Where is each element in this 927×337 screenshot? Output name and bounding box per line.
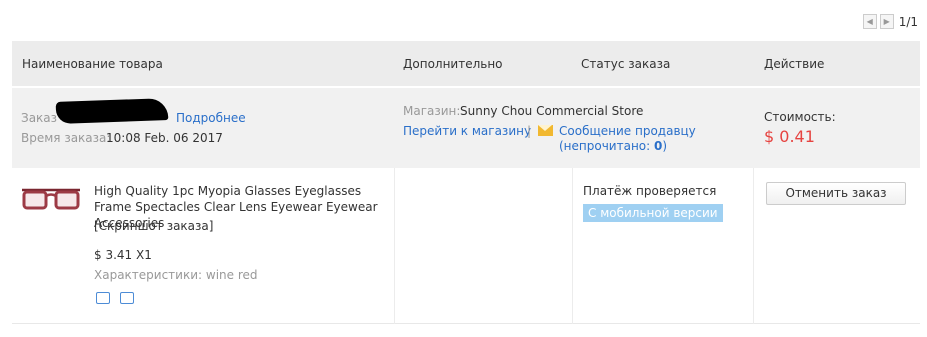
- table-header: Наименование товара Дополнительно Статус…: [12, 41, 920, 86]
- card-icon[interactable]: [120, 292, 134, 304]
- order-time-label: Время заказа:: [21, 131, 111, 145]
- truck-icon[interactable]: [96, 292, 110, 304]
- item-attributes: Характеристики: wine red: [94, 268, 258, 282]
- product-thumbnail[interactable]: [20, 186, 82, 216]
- order-status: Платёж проверяется: [583, 184, 717, 198]
- chevron-right-icon: ▶: [883, 17, 890, 26]
- column-header-name: Наименование товара: [22, 57, 163, 71]
- order-time-value: 10:08 Feb. 06 2017: [106, 131, 223, 145]
- redacted-order-number: [55, 98, 169, 124]
- order-screenshot-link[interactable]: [Скриншот заказа]: [94, 219, 213, 233]
- order-number-label: Заказ: [21, 111, 58, 125]
- unread-messages: (непрочитано: 0): [559, 139, 667, 153]
- page-indicator: 1/1: [898, 14, 918, 29]
- message-seller-label: Сообщение продавцу: [559, 124, 696, 138]
- column-divider: [753, 168, 754, 324]
- prev-page-button[interactable]: ◀: [862, 14, 877, 29]
- unread-prefix: (непрочитано:: [559, 139, 654, 153]
- order-item-row: High Quality 1pc Myopia Glasses Eyeglass…: [12, 168, 920, 324]
- column-divider: [394, 168, 395, 324]
- cancel-order-button[interactable]: Отменить заказ: [766, 182, 906, 205]
- chevron-left-icon: ◀: [866, 17, 873, 26]
- mobile-version-badge: С мобильной версии: [583, 204, 723, 222]
- go-to-store-link[interactable]: Перейти к магазину: [403, 124, 531, 138]
- cost-label: Стоимость:: [764, 110, 836, 124]
- column-divider: [572, 168, 573, 324]
- column-header-status: Статус заказа: [581, 57, 671, 71]
- cost-value: $ 0.41: [764, 127, 815, 146]
- order-info-row: Заказ Подробнее Время заказа: 10:08 Feb.…: [12, 88, 920, 168]
- store-name: Sunny Chou Commercial Store: [460, 104, 644, 118]
- item-price: $ 3.41 X1: [94, 248, 152, 262]
- order-details-link[interactable]: Подробнее: [176, 111, 246, 125]
- column-header-extra: Дополнительно: [403, 57, 503, 71]
- column-header-action: Действие: [764, 57, 825, 71]
- next-page-button[interactable]: ▶: [879, 14, 894, 29]
- store-label: Магазин:: [403, 104, 461, 118]
- envelope-icon: [538, 125, 553, 136]
- message-seller-link[interactable]: Сообщение продавцу: [538, 124, 696, 138]
- unread-suffix: ): [662, 139, 668, 153]
- link-separator: |: [527, 124, 532, 138]
- pagination: ◀ ▶ 1/1: [862, 14, 918, 29]
